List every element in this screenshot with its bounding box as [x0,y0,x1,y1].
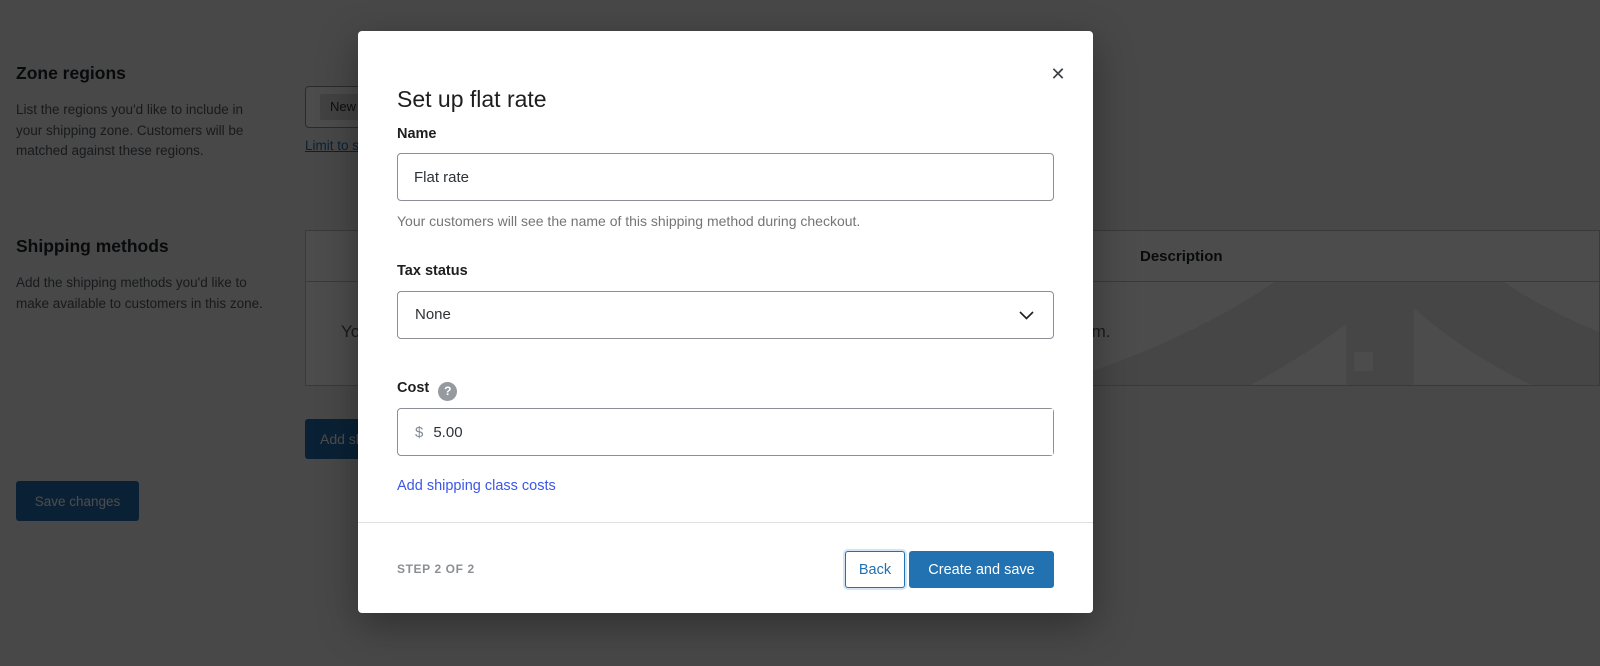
cost-label: Cost [397,380,430,396]
step-indicator: STEP 2 OF 2 [397,562,475,576]
cost-input[interactable] [433,409,1053,455]
name-input[interactable] [397,153,1054,201]
cost-help-icon[interactable]: ? [438,382,458,401]
chevron-down-icon [1019,311,1034,320]
name-help-text: Your customers will see the name of this… [397,213,861,229]
name-label: Name [397,126,437,142]
cost-label-row: Cost? [397,379,458,401]
footer-divider [358,522,1093,523]
close-icon[interactable]: ✕ [1045,61,1071,87]
tax-status-label: Tax status [397,263,468,279]
create-and-save-button[interactable]: Create and save [909,551,1054,588]
tax-status-selected-value: None [415,306,451,323]
setup-flat-rate-modal: Set up flat rate ✕ Name Your customers w… [358,31,1093,613]
currency-symbol: $ [415,423,424,441]
modal-title: Set up flat rate [397,86,547,112]
tax-status-select[interactable]: None [397,291,1054,339]
back-button[interactable]: Back [845,551,905,588]
cost-input-field[interactable]: $ [397,408,1054,456]
add-shipping-class-costs-link[interactable]: Add shipping class costs [397,478,556,494]
